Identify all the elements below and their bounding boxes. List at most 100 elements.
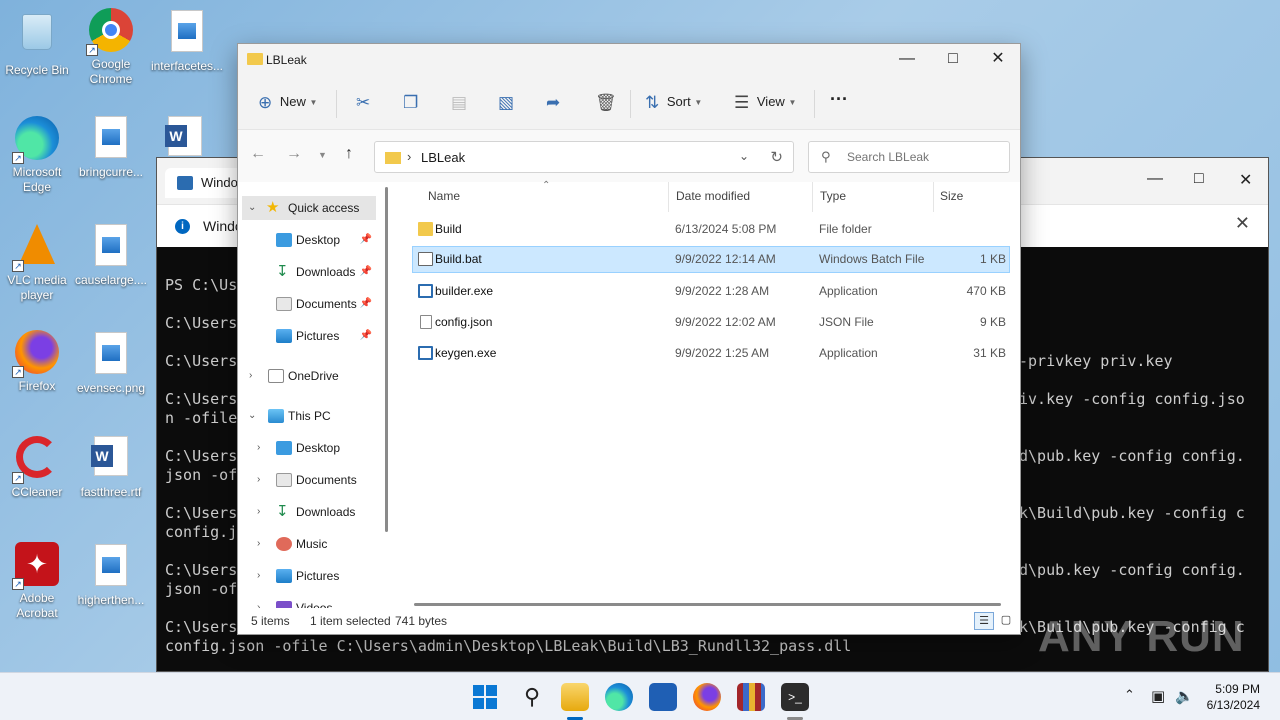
start-button[interactable] — [473, 685, 497, 709]
nav-item-downloads[interactable]: ↧ Downloads 📌 — [238, 260, 378, 284]
firefox-taskbar-icon[interactable] — [693, 683, 721, 711]
nav-item-onedrive[interactable]: › OneDrive — [238, 364, 378, 388]
terminal-line-tail: -privkey priv.key — [1019, 352, 1173, 370]
maximize-button[interactable]: □ — [930, 48, 976, 72]
file-row-builder-exe[interactable]: builder.exe 9/9/2022 1:28 AM Application… — [412, 278, 1010, 305]
forward-arrow-icon[interactable]: → — [286, 145, 302, 163]
desktop-icon-acrobat[interactable]: ✦ ↗ Adobe Acrobat — [0, 542, 74, 621]
address-bar[interactable]: › LBLeak ⌄ ↻ — [374, 141, 794, 173]
desktop-icon-fastthree[interactable]: W fastthree.rtf — [74, 436, 148, 500]
winrar-taskbar-icon[interactable] — [737, 683, 765, 711]
nav-item-pc-documents[interactable]: › Documents — [238, 468, 378, 492]
desktop-icon-chrome[interactable]: ↗ Google Chrome — [74, 8, 148, 87]
nav-item-pc-desktop[interactable]: › Desktop — [238, 436, 378, 460]
details-view-icon[interactable]: ☰ — [974, 612, 994, 630]
column-divider[interactable] — [933, 182, 934, 212]
file-row-keygen-exe[interactable]: keygen.exe 9/9/2022 1:25 AM Application … — [412, 340, 1010, 367]
address-dropdown-icon[interactable]: ⌄ — [739, 149, 749, 163]
window-title: LBLeak — [266, 53, 307, 67]
nav-item-pc-pictures[interactable]: › Pictures — [238, 564, 378, 588]
new-button[interactable]: ⊕ New ▼ — [258, 93, 317, 115]
desktop-icon-higherthen[interactable]: higherthen... — [74, 544, 148, 608]
tiles-view-icon[interactable]: ▢ — [996, 612, 1016, 630]
expand-chevron-icon: › — [257, 570, 261, 581]
image-file-icon — [88, 224, 134, 270]
file-row-build-bat[interactable]: Build.bat 9/9/2022 12:14 AM Windows Batc… — [412, 246, 1010, 273]
desktop-icon-evensec[interactable]: evensec.png — [74, 332, 148, 396]
rename-button[interactable]: ▧ — [498, 93, 514, 115]
column-header-name[interactable]: Name — [428, 189, 460, 203]
desktop-icon-causelarge[interactable]: causelarge.... — [74, 224, 148, 288]
nav-item-pc-music[interactable]: › Music — [238, 532, 378, 556]
pin-icon: 📌 — [359, 234, 372, 245]
desktop-icon-ccleaner[interactable]: ↗ CCleaner — [0, 436, 74, 500]
search-box[interactable]: ⚲ — [808, 141, 1010, 173]
search-input[interactable] — [847, 148, 997, 166]
store-taskbar-icon[interactable] — [649, 683, 677, 711]
refresh-icon[interactable]: ↻ — [770, 148, 783, 166]
file-explorer-taskbar-icon[interactable] — [561, 683, 589, 711]
terminal-maximize-button[interactable]: □ — [1194, 170, 1204, 188]
close-button[interactable]: ✕ — [975, 48, 1021, 72]
folder-icon — [385, 152, 401, 164]
terminal-minimize-button[interactable]: — — [1147, 170, 1163, 188]
delete-button[interactable]: 🗑 — [595, 93, 617, 115]
navigation-scrollbar[interactable] — [385, 187, 388, 532]
copy-button[interactable]: ❐ — [403, 93, 418, 115]
copy-icon: ❐ — [403, 93, 419, 112]
vlc-icon: ↗ — [12, 224, 60, 272]
column-divider[interactable] — [812, 182, 813, 212]
terminal-taskbar-icon[interactable]: >_ — [781, 683, 809, 711]
search-taskbar-icon[interactable]: ⚲ — [518, 683, 546, 711]
desktop-folder-icon — [276, 233, 292, 247]
minimize-button[interactable]: — — [884, 48, 930, 72]
nav-item-this-pc[interactable]: ⌄ This PC — [238, 404, 378, 428]
nav-item-desktop[interactable]: Desktop 📌 — [238, 228, 378, 252]
nav-item-pictures[interactable]: Pictures 📌 — [238, 324, 378, 348]
more-options-button[interactable]: ··· — [830, 89, 848, 111]
file-row-build[interactable]: Build 6/13/2024 5:08 PM File folder — [412, 216, 1010, 243]
recent-locations-chevron-icon[interactable]: ▼ — [318, 150, 327, 160]
expand-chevron-icon: › — [257, 474, 261, 485]
desktop-icon-recycle-bin[interactable]: Recycle Bin — [0, 10, 74, 78]
chevron-down-icon: ▼ — [309, 98, 318, 107]
music-icon — [276, 537, 292, 551]
terminal-close-button[interactable]: ✕ — [1239, 170, 1252, 190]
back-arrow-icon[interactable]: ← — [250, 145, 266, 163]
network-icon[interactable]: ▣ — [1151, 687, 1165, 705]
nav-item-documents[interactable]: Documents 📌 — [238, 292, 378, 316]
nav-item-quick-access[interactable]: ⌄ ★ Quick access — [242, 196, 376, 220]
show-hidden-icons-chevron-icon[interactable]: ⌃ — [1124, 687, 1135, 703]
cut-button[interactable]: ✂ — [356, 93, 370, 115]
desktop-folder-icon — [276, 441, 292, 455]
clock[interactable]: 5:09 PM 6/13/2024 — [1207, 681, 1260, 713]
column-header-size[interactable]: Size — [940, 189, 963, 203]
paste-button[interactable]: ▤ — [451, 93, 467, 115]
terminal-line-tail — [1019, 466, 1245, 485]
horizontal-scrollbar[interactable] — [414, 603, 1001, 606]
file-row-config-json[interactable]: config.json 9/9/2022 12:02 AM JSON File … — [412, 309, 1010, 336]
desktop-icon-edge[interactable]: ↗ Microsoft Edge — [0, 116, 74, 195]
file-explorer-window[interactable]: LBLeak — □ ✕ ⊕ New ▼ ✂ ❐ ▤ ▧ ➦ 🗑 ⇅ Sort … — [237, 43, 1021, 635]
desktop-icon-firefox[interactable]: ↗ Firefox — [0, 330, 74, 394]
desktop-icon-interfacetes[interactable]: interfacetes... — [150, 10, 224, 74]
sort-ascending-icon: ⌃ — [542, 180, 551, 191]
up-arrow-icon[interactable]: ↑ — [345, 145, 353, 163]
breadcrumb[interactable]: LBLeak — [421, 150, 465, 165]
info-bar-close-icon[interactable]: ✕ — [1235, 213, 1250, 234]
share-button[interactable]: ➦ — [546, 93, 560, 115]
column-header-type[interactable]: Type — [820, 189, 846, 203]
volume-icon[interactable]: 🔈 — [1175, 687, 1194, 705]
edge-taskbar-icon[interactable] — [605, 683, 633, 711]
column-header-date[interactable]: Date modified — [676, 189, 750, 203]
desktop-icon-bringcurre[interactable]: bringcurre... — [74, 116, 148, 180]
sort-button[interactable]: ⇅ Sort ▼ — [645, 93, 702, 115]
terminal-line-tail: k\Build\pub.key -config c — [1019, 504, 1245, 522]
chevron-down-icon: ▼ — [694, 98, 703, 107]
nav-item-pc-downloads[interactable]: › ↧ Downloads — [238, 500, 378, 524]
column-divider[interactable] — [668, 182, 669, 212]
view-button[interactable]: ☰ View ▼ — [734, 93, 796, 115]
desktop-icon-vlc[interactable]: ↗ VLC media player — [0, 222, 74, 303]
scissors-icon: ✂ — [356, 93, 371, 112]
image-file-icon — [88, 116, 134, 162]
